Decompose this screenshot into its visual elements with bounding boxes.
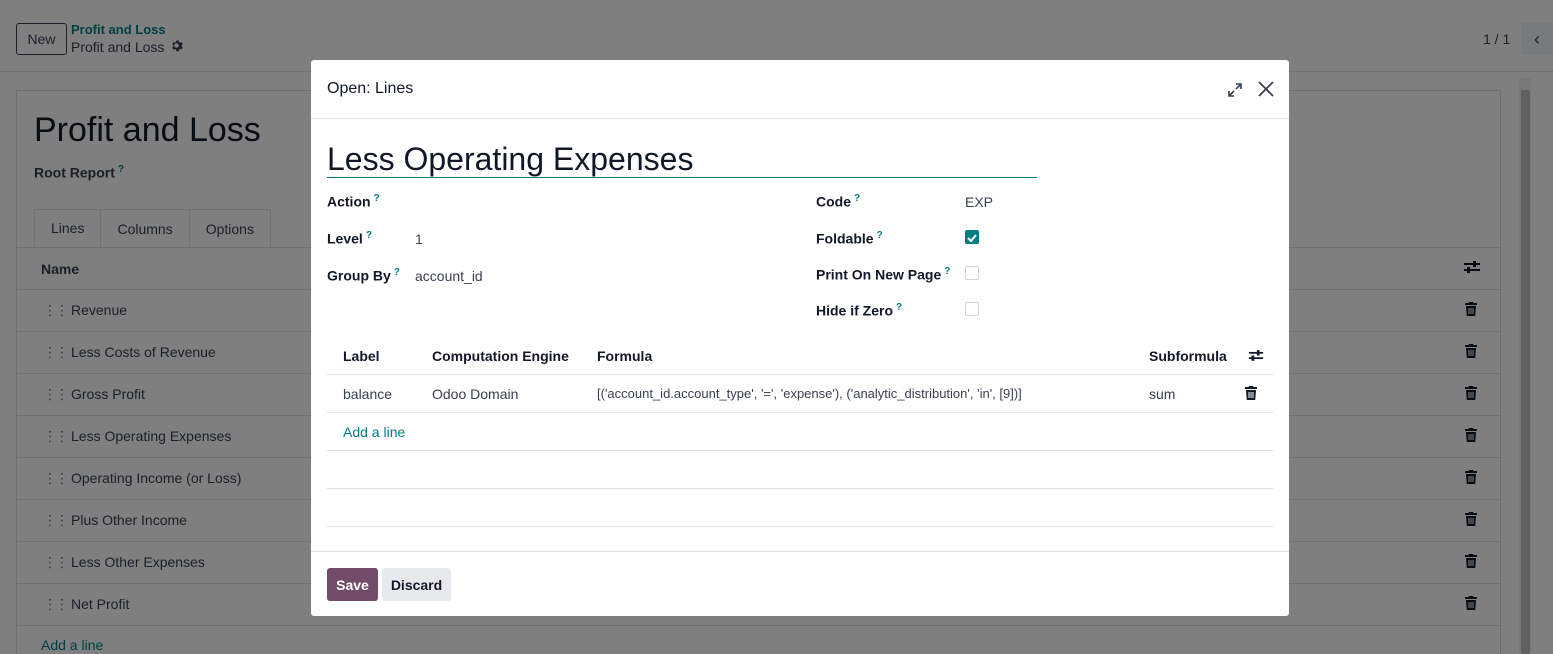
expression-label-cell[interactable]: balance: [343, 386, 392, 402]
help-tooltip-icon[interactable]: ?: [877, 230, 883, 241]
foldable-checkbox[interactable]: [965, 230, 979, 244]
expression-formula-cell[interactable]: [('account_id.account_type', '=', 'expen…: [597, 386, 1022, 401]
level-field-value[interactable]: 1: [415, 231, 423, 247]
save-button[interactable]: Save: [327, 568, 378, 601]
close-icon[interactable]: [1254, 77, 1278, 101]
expression-engine-cell[interactable]: Odoo Domain: [432, 386, 518, 402]
foldable-field-label: Foldable?: [816, 230, 883, 247]
group-by-label-text: Group By: [327, 267, 391, 284]
help-tooltip-icon[interactable]: ?: [944, 266, 950, 277]
foldable-label-text: Foldable: [816, 230, 874, 247]
column-header-formula[interactable]: Formula: [597, 348, 652, 364]
dialog-header: Open: Lines: [311, 60, 1289, 119]
expressions-table-header: Label Computation Engine Formula Subform…: [327, 337, 1273, 375]
expand-icon[interactable]: [1224, 79, 1246, 101]
help-tooltip-icon[interactable]: ?: [366, 230, 372, 241]
action-label-text: Action: [327, 193, 371, 210]
level-label-text: Level: [327, 230, 363, 247]
check-icon: [967, 229, 977, 245]
help-tooltip-icon[interactable]: ?: [394, 267, 400, 278]
print-new-page-label-text: Print On New Page: [816, 266, 942, 283]
dialog-footer: Save Discard: [311, 551, 1289, 616]
help-tooltip-icon[interactable]: ?: [854, 193, 860, 204]
help-tooltip-icon[interactable]: ?: [896, 302, 902, 313]
code-field-value[interactable]: EXP: [965, 194, 993, 210]
level-field-label: Level?: [327, 230, 372, 247]
column-header-label[interactable]: Label: [343, 348, 380, 364]
discard-button[interactable]: Discard: [382, 568, 451, 601]
hide-if-zero-checkbox[interactable]: [965, 302, 979, 316]
add-line-link[interactable]: Add a line: [343, 424, 405, 440]
sliders-icon[interactable]: [1248, 348, 1264, 366]
hide-if-zero-field-label: Hide if Zero?: [816, 302, 902, 319]
code-label-text: Code: [816, 193, 851, 210]
hide-if-zero-label-text: Hide if Zero: [816, 302, 894, 319]
print-new-page-field-label: Print On New Page?: [816, 266, 950, 283]
group-by-field-value[interactable]: account_id: [415, 268, 483, 284]
trash-icon[interactable]: [1245, 386, 1257, 403]
line-edit-dialog: Open: Lines Less Operating Expenses Acti…: [311, 60, 1289, 616]
table-row[interactable]: balance Odoo Domain [('account_id.accoun…: [327, 375, 1273, 413]
empty-row: [327, 489, 1273, 527]
column-header-engine[interactable]: Computation Engine: [432, 348, 569, 364]
code-field-label: Code?: [816, 193, 860, 210]
add-line-row: Add a line: [327, 413, 1273, 451]
empty-row: [327, 451, 1273, 489]
dialog-title: Open: Lines: [327, 80, 414, 97]
print-new-page-checkbox[interactable]: [965, 266, 979, 280]
line-name-input[interactable]: Less Operating Expenses: [327, 140, 1037, 178]
action-field-label: Action?: [327, 193, 380, 210]
expression-subformula-cell[interactable]: sum: [1149, 386, 1175, 402]
column-header-subformula[interactable]: Subformula: [1149, 348, 1227, 364]
help-tooltip-icon[interactable]: ?: [374, 193, 380, 204]
group-by-field-label: Group By?: [327, 267, 400, 284]
